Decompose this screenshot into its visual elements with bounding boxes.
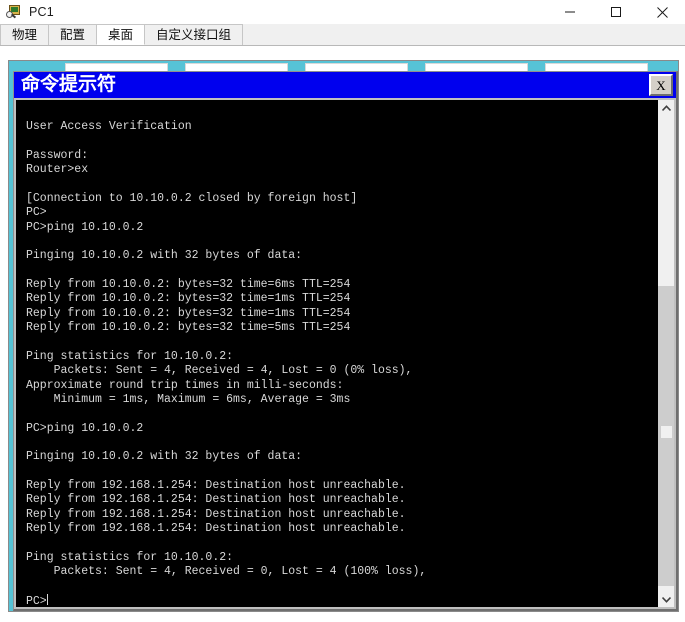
maximize-button[interactable] — [593, 0, 639, 24]
desktop-canvas[interactable]: 命令提示符 X User Access Verification Passwor… — [8, 60, 679, 612]
terminal-line: PC>ping 10.10.0.2 — [26, 421, 144, 435]
terminal-line: Ping statistics for 10.10.0.2: — [26, 349, 234, 363]
scrollbar-track[interactable] — [658, 116, 674, 591]
tab-config[interactable]: 配置 — [48, 24, 98, 45]
window-titlebar: PC1 — [0, 0, 685, 24]
terminal-scrollbar[interactable] — [657, 100, 674, 607]
close-icon — [656, 6, 668, 18]
chevron-down-icon — [661, 596, 671, 603]
maximize-icon — [611, 7, 621, 17]
terminal-line: Reply from 10.10.0.2: bytes=32 time=1ms … — [26, 306, 351, 320]
terminal-line: Reply from 10.10.0.2: bytes=32 time=6ms … — [26, 278, 351, 292]
command-prompt-body: User Access Verification Password: Router… — [16, 100, 674, 607]
terminal-line: Packets: Sent = 4, Received = 4, Lost = … — [26, 364, 413, 378]
terminal-line: Approximate round trip times in milli-se… — [26, 378, 344, 392]
terminal-line: Minimum = 1ms, Maximum = 6ms, Average = … — [26, 392, 351, 406]
terminal-caret — [46, 593, 48, 605]
window-title: PC1 — [29, 5, 54, 19]
terminal-line: User Access Verification — [26, 120, 192, 134]
scrollbar-thumb-grip — [661, 426, 672, 438]
terminal-line: Reply from 192.168.1.254: Destination ho… — [26, 478, 406, 492]
scrollbar-down-button[interactable] — [658, 591, 674, 607]
terminal-line: Packets: Sent = 4, Received = 0, Lost = … — [26, 565, 427, 578]
minimize-icon — [565, 11, 575, 13]
tab-desktop[interactable]: 桌面 — [96, 24, 146, 45]
terminal-line: Router>ex — [26, 163, 89, 177]
command-prompt-window: 命令提示符 X User Access Verification Passwor… — [13, 71, 678, 611]
terminal-prompt: PC> — [26, 594, 47, 607]
chevron-up-icon — [661, 104, 671, 111]
close-button[interactable] — [639, 0, 685, 24]
terminal-line: Reply from 192.168.1.254: Destination ho… — [26, 507, 406, 521]
tab-custom-interface-group[interactable]: 自定义接口组 — [144, 24, 244, 45]
tab-strip: 物理 配置 桌面 自定义接口组 — [0, 24, 685, 46]
tab-physical[interactable]: 物理 — [0, 24, 50, 45]
command-prompt-titlebar[interactable]: 命令提示符 X — [14, 72, 676, 98]
scrollbar-up-button[interactable] — [658, 100, 674, 116]
window-controls — [547, 0, 685, 24]
terminal-output[interactable]: User Access Verification Password: Router… — [16, 100, 657, 607]
scrollbar-thumb[interactable] — [658, 286, 674, 586]
command-prompt-title: 命令提示符 — [21, 74, 117, 95]
terminal-line: Reply from 10.10.0.2: bytes=32 time=1ms … — [26, 292, 351, 306]
terminal-line: [Connection to 10.10.0.2 closed by forei… — [26, 192, 358, 206]
desktop-panel: 命令提示符 X User Access Verification Passwor… — [0, 46, 685, 622]
terminal-line: Pinging 10.10.0.2 with 32 bytes of data: — [26, 249, 303, 263]
terminal-line: PC> — [26, 206, 47, 220]
terminal-line: Reply from 192.168.1.254: Destination ho… — [26, 521, 406, 535]
terminal-line: PC>ping 10.10.0.2 — [26, 220, 144, 234]
command-prompt-close-button[interactable]: X — [649, 74, 673, 96]
terminal-line: Reply from 10.10.0.2: bytes=32 time=5ms … — [26, 321, 351, 335]
terminal-line: Password: — [26, 149, 89, 163]
terminal-prompt-line[interactable]: PC> — [26, 593, 657, 607]
terminal-line: Ping statistics for 10.10.0.2: — [26, 550, 234, 564]
minimize-button[interactable] — [547, 0, 593, 24]
terminal-line: Pinging 10.10.0.2 with 32 bytes of data: — [26, 450, 303, 464]
terminal-line: Reply from 192.168.1.254: Destination ho… — [26, 493, 406, 507]
pc-device-icon — [6, 4, 22, 20]
